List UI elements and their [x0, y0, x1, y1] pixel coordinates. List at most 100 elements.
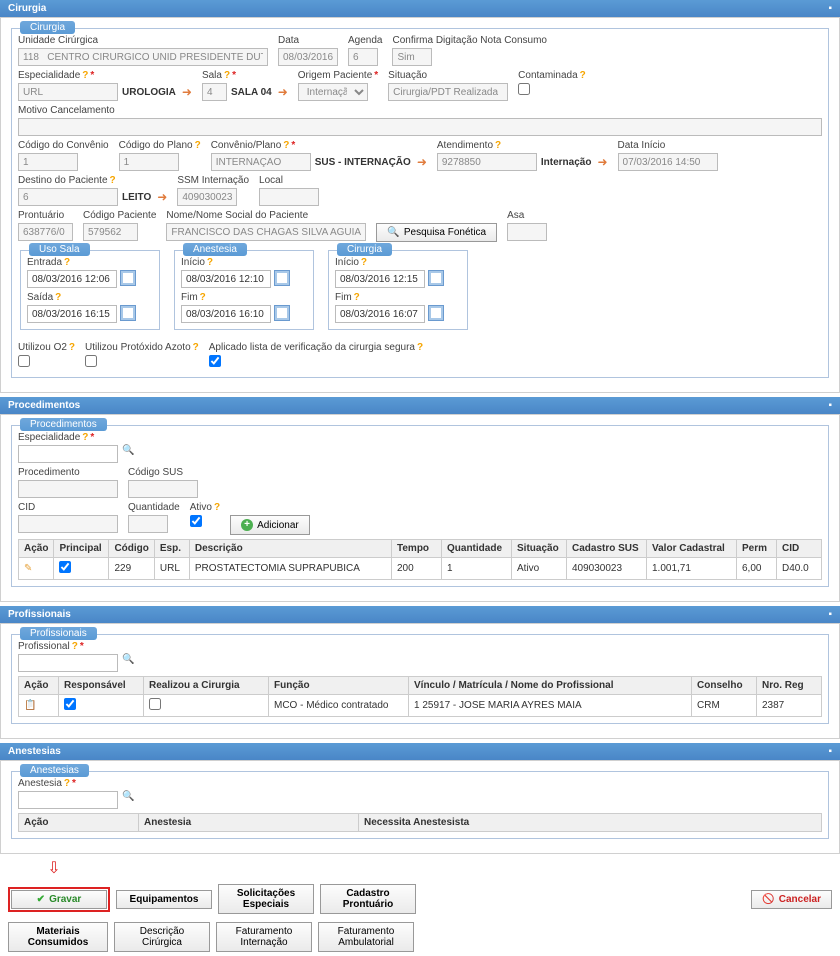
help-icon[interactable]: ? — [580, 70, 586, 81]
help-icon[interactable]: ? — [224, 70, 230, 81]
delete-icon[interactable]: 📋 — [24, 700, 36, 711]
faturamento-ambulatorial-button[interactable]: Faturamento Ambulatorial — [318, 922, 414, 952]
check-icon: ✔ — [37, 894, 45, 905]
input-destino[interactable] — [18, 188, 118, 206]
collapse-icon[interactable]: ▪ — [828, 746, 832, 757]
collapse-icon[interactable]: ▪ — [828, 609, 832, 620]
lookup-icon[interactable]: 🔍 — [122, 654, 134, 672]
select-origem[interactable]: Internação — [298, 83, 368, 101]
panel-header-anestesias: Anestesias ▪ — [0, 743, 840, 760]
cadastro-prontuario-button[interactable]: Cadastro Prontuário — [320, 884, 416, 914]
lookup-icon[interactable]: 🔍 — [122, 791, 134, 809]
checkbox-ativo[interactable] — [190, 515, 202, 527]
label-origem: Origem Paciente * — [298, 70, 378, 81]
checkbox-principal[interactable] — [59, 561, 71, 573]
input-ssm[interactable] — [177, 188, 237, 206]
arrow-icon[interactable]: ➜ — [157, 190, 167, 204]
input-entrada[interactable] — [27, 270, 117, 288]
col-funcao: Função — [269, 677, 409, 695]
gravar-button[interactable]: ✔Gravar — [11, 890, 107, 909]
checkbox-contaminada[interactable] — [518, 83, 530, 95]
label-anest-fim: Fim ? — [181, 292, 307, 303]
arrow-icon[interactable]: ➜ — [278, 85, 288, 99]
input-anest-inicio[interactable] — [181, 270, 271, 288]
input-anest-fim[interactable] — [181, 305, 271, 323]
input-anestesia[interactable] — [18, 791, 118, 809]
label-confirma: Confirma Digitação Nota Consumo — [392, 35, 547, 46]
input-codconvenio[interactable] — [18, 153, 78, 171]
materiais-button[interactable]: Materiais Consumidos — [8, 922, 108, 952]
calendar-icon[interactable] — [120, 270, 136, 286]
footer-row-2: Materiais Consumidos Descrição Cirúrgica… — [4, 918, 836, 956]
arrow-icon[interactable]: ➜ — [597, 155, 607, 169]
input-local[interactable] — [259, 188, 319, 206]
solicitacoes-button[interactable]: Solicitações Especiais — [218, 884, 314, 914]
fieldset-title: Procedimentos — [20, 418, 107, 431]
adicionar-button[interactable]: +Adicionar — [230, 515, 310, 535]
pesquisa-fonetica-button[interactable]: 🔍Pesquisa Fonética — [376, 223, 497, 242]
input-proc-esp[interactable] — [18, 445, 118, 463]
calendar-icon[interactable] — [428, 305, 444, 321]
help-icon[interactable]: ? — [195, 140, 201, 151]
label-local: Local — [259, 175, 319, 186]
label-anestesia: Anestesia ? * — [18, 778, 134, 789]
lookup-icon[interactable]: 🔍 — [122, 445, 134, 463]
arrow-icon[interactable]: ➜ — [182, 85, 192, 99]
input-prof[interactable] — [18, 654, 118, 672]
collapse-icon[interactable]: ▪ — [828, 3, 832, 14]
checkbox-realizou[interactable] — [149, 698, 161, 710]
input-confirma[interactable] — [392, 48, 432, 66]
input-qtd[interactable] — [128, 515, 168, 533]
label-atend: Atendimento ? — [437, 140, 608, 151]
arrow-down-icon: ⇩ — [4, 858, 104, 878]
checkbox-apliclista[interactable] — [209, 355, 221, 367]
arrow-icon[interactable]: ➜ — [417, 155, 427, 169]
calendar-icon[interactable] — [120, 305, 136, 321]
input-saida[interactable] — [27, 305, 117, 323]
edit-icon[interactable]: ✎ — [24, 563, 32, 574]
col-reg: Nro. Reg — [757, 677, 822, 695]
label-ssm: SSM Internação — [177, 175, 249, 186]
input-asa[interactable] — [507, 223, 547, 241]
table-header-row: Ação Anestesia Necessita Anestesista — [19, 814, 822, 832]
input-motivo[interactable] — [18, 118, 822, 136]
label-codplano: Código do Plano ? — [119, 140, 201, 151]
input-codpaciente[interactable] — [83, 223, 138, 241]
calendar-icon[interactable] — [274, 305, 290, 321]
collapse-icon[interactable]: ▪ — [828, 400, 832, 411]
input-agenda[interactable] — [348, 48, 378, 66]
fieldset-anestesia-times: Anestesia Início ? Fim ? — [174, 250, 314, 330]
checkbox-responsavel[interactable] — [64, 698, 76, 710]
help-icon[interactable]: ? — [495, 140, 501, 151]
input-datainicio[interactable] — [618, 153, 718, 171]
input-situacao[interactable] — [388, 83, 508, 101]
help-icon[interactable]: ? — [283, 140, 289, 151]
faturamento-internacao-button[interactable]: Faturamento Internação — [216, 922, 312, 952]
checkbox-utilprot[interactable] — [85, 355, 97, 367]
input-codplano[interactable] — [119, 153, 179, 171]
input-prontuario[interactable] — [18, 223, 73, 241]
help-icon[interactable]: ? — [82, 70, 88, 81]
label-destino: Destino do Paciente ? — [18, 175, 167, 186]
input-unidade[interactable] — [18, 48, 268, 66]
cancelar-button[interactable]: 🚫Cancelar — [751, 890, 832, 909]
input-nome[interactable] — [166, 223, 366, 241]
input-especialidade[interactable] — [18, 83, 118, 101]
input-atend[interactable] — [437, 153, 537, 171]
input-codsus[interactable] — [128, 480, 198, 498]
input-cir-inicio[interactable] — [335, 270, 425, 288]
calendar-icon[interactable] — [428, 270, 444, 286]
help-icon[interactable]: ? — [110, 175, 116, 186]
equipamentos-button[interactable]: Equipamentos — [116, 890, 212, 909]
calendar-icon[interactable] — [274, 270, 290, 286]
input-cir-fim[interactable] — [335, 305, 425, 323]
descricao-cirurgica-button[interactable]: Descrição Cirúrgica — [114, 922, 210, 952]
cell-cadsus: 409030023 — [567, 558, 647, 580]
input-proc[interactable] — [18, 480, 118, 498]
input-cid[interactable] — [18, 515, 118, 533]
checkbox-utilo2[interactable] — [18, 355, 30, 367]
col-responsavel: Responsável — [59, 677, 144, 695]
input-convplano[interactable] — [211, 153, 311, 171]
input-data[interactable] — [278, 48, 338, 66]
input-sala[interactable] — [202, 83, 227, 101]
